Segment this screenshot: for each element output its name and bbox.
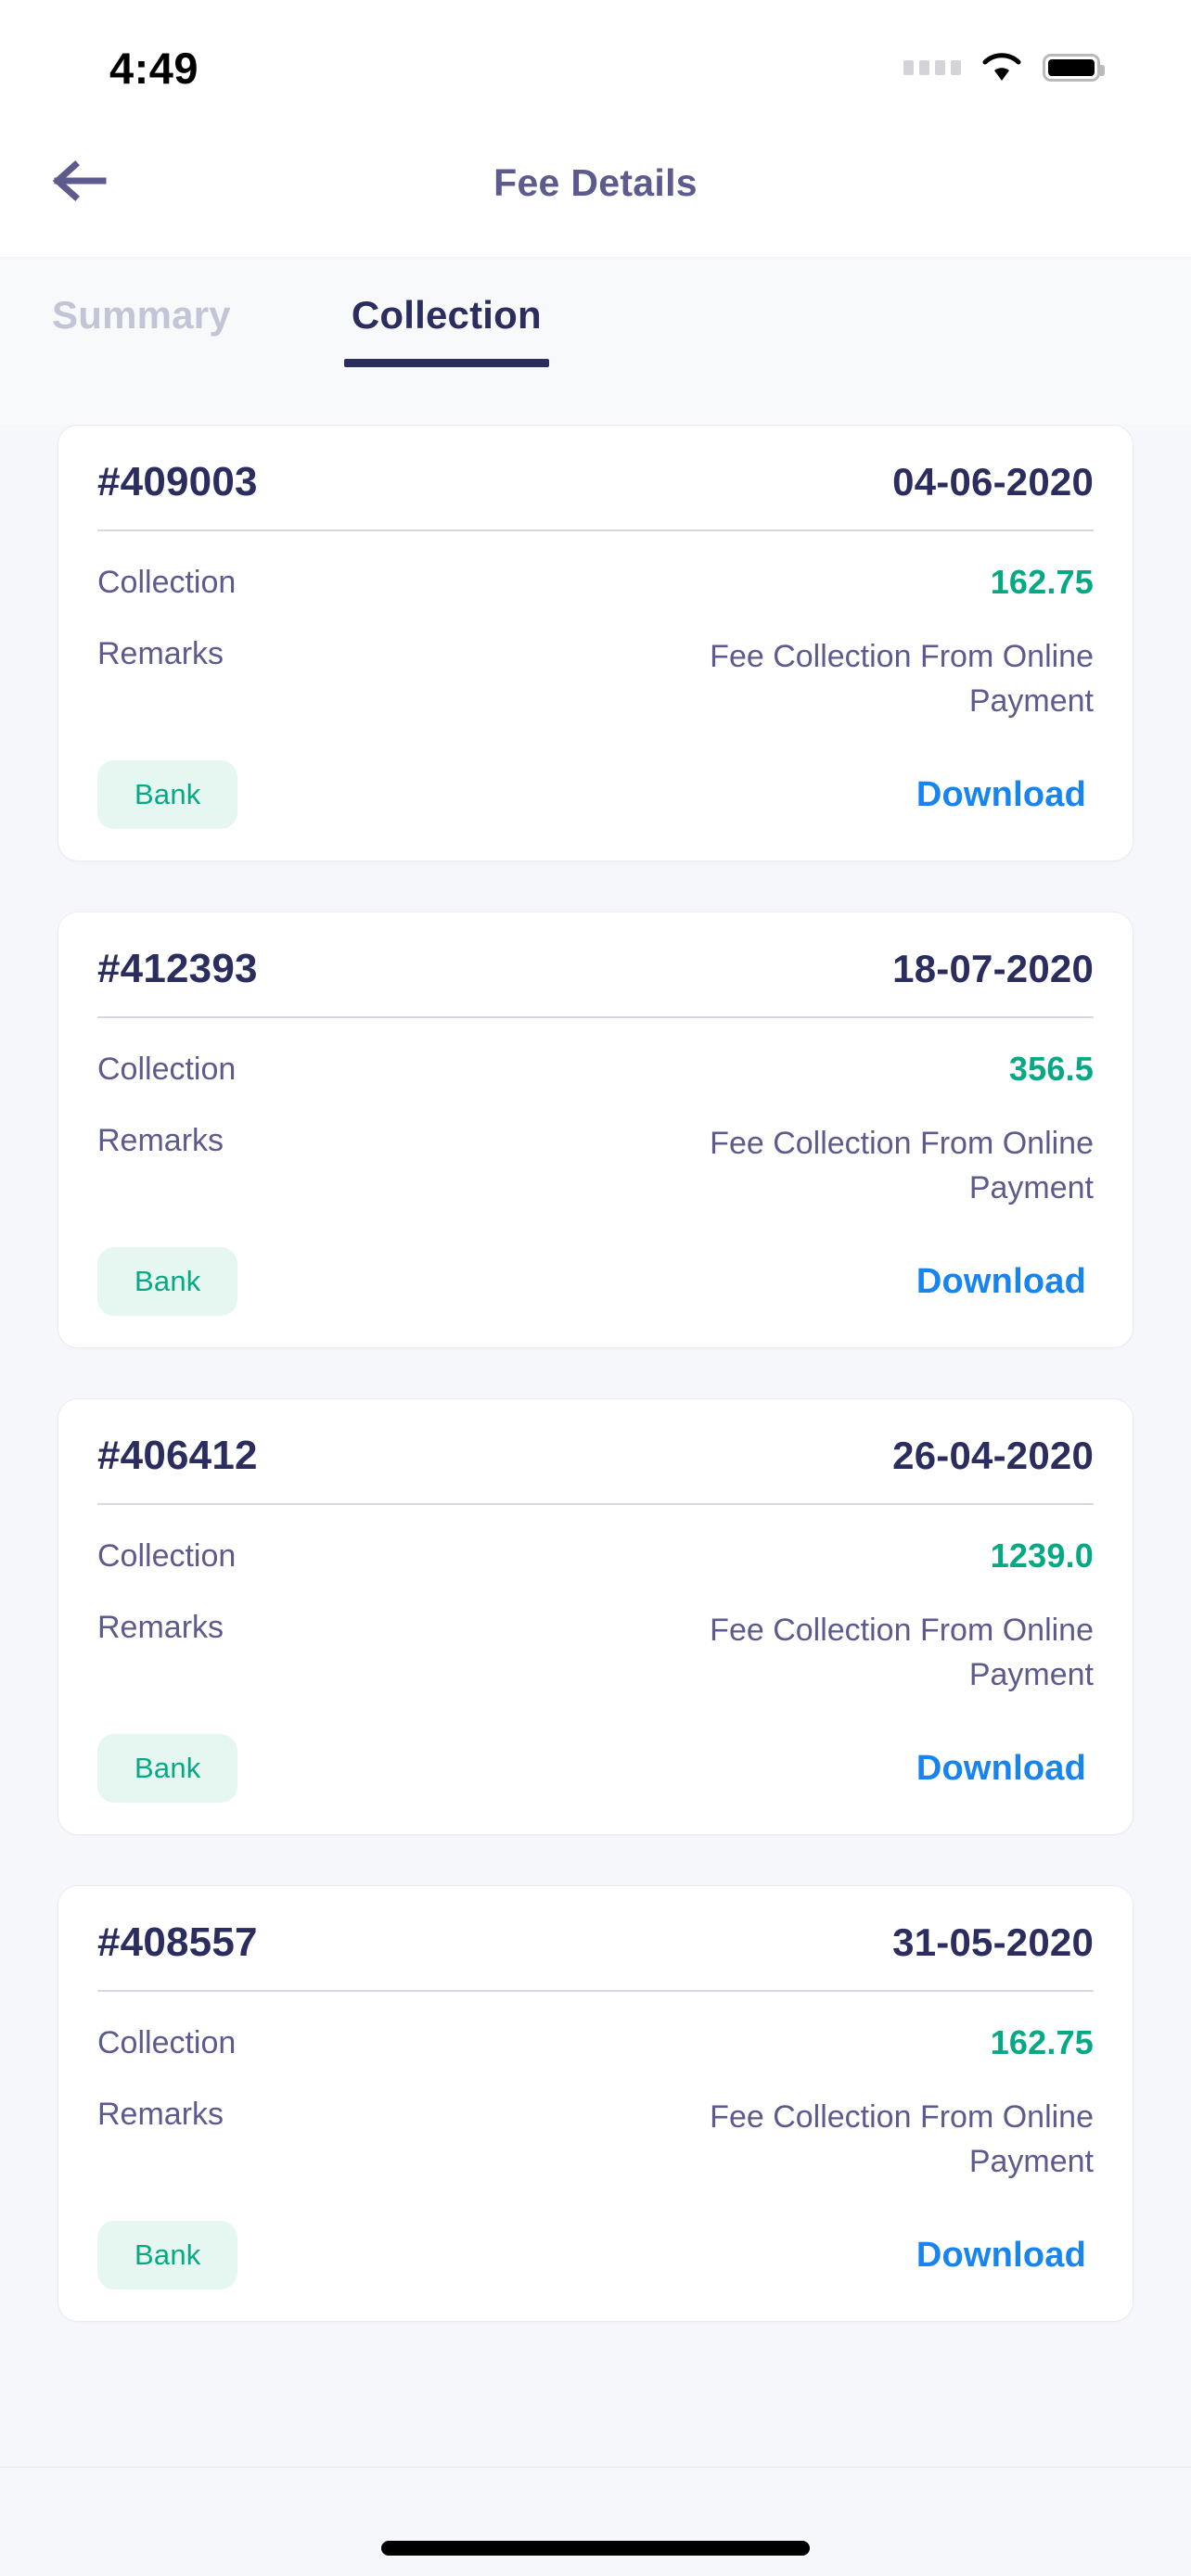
remarks-row: Remarks Fee Collection From Online Payme… [97,1576,1094,1698]
collection-label: Collection [97,565,237,600]
card-footer: Bank Download [97,1697,1094,1804]
collection-row: Collection 162.75 [97,1992,1094,2063]
receipt-date: 31-05-2020 [892,1920,1094,1965]
collection-card[interactable]: #408557 31-05-2020 Collection 162.75 Rem… [58,1885,1133,2323]
payment-mode-badge: Bank [97,760,238,830]
home-indicator-area [0,2467,1191,2576]
nav-bar: Fee Details [0,109,1191,258]
receipt-date: 18-07-2020 [892,947,1094,991]
download-button[interactable]: Download [916,775,1094,815]
collection-list[interactable]: #409003 04-06-2020 Collection 162.75 Rem… [0,425,1191,2467]
tab-collection-label: Collection [351,293,542,337]
collection-row: Collection 162.75 [97,531,1094,603]
payment-mode-badge: Bank [97,2221,238,2290]
card-footer: Bank Download [97,723,1094,830]
battery-icon [1043,54,1105,82]
receipt-date: 26-04-2020 [892,1434,1094,1478]
receipt-id: #409003 [97,459,258,504]
arrow-left-icon [51,159,109,207]
receipt-id: #406412 [97,1433,258,1479]
receipt-date: 04-06-2020 [892,460,1094,504]
remarks-label: Remarks [97,635,224,671]
app-screen: 4:49 Fee Details Summary Collection #409… [0,0,1191,2576]
collection-row: Collection 1239.0 [97,1505,1094,1576]
remarks-label: Remarks [97,1609,224,1645]
collection-row: Collection 356.5 [97,1018,1094,1090]
collection-amount: 162.75 [990,2023,1094,2062]
collection-card[interactable]: #409003 04-06-2020 Collection 162.75 Rem… [58,425,1133,862]
card-footer: Bank Download [97,1210,1094,1317]
remarks-label: Remarks [97,2096,224,2132]
remarks-row: Remarks Fee Collection From Online Payme… [97,603,1094,724]
download-button[interactable]: Download [916,1262,1094,1302]
collection-label: Collection [97,2025,237,2061]
payment-mode-badge: Bank [97,1734,238,1804]
card-footer: Bank Download [97,2184,1094,2290]
tab-active-indicator [343,359,549,367]
page-title: Fee Details [493,161,698,204]
tab-summary-label: Summary [52,293,231,337]
signal-dots-icon [903,60,961,75]
status-bar-time: 4:49 [109,43,199,93]
tab-bar: Summary Collection [0,258,1191,425]
card-header: #406412 26-04-2020 [97,1433,1094,1503]
card-header: #409003 04-06-2020 [97,459,1094,529]
receipt-id: #408557 [97,1919,258,1966]
remarks-value: Fee Collection From Online Payment [710,1125,1094,1205]
card-header: #412393 18-07-2020 [97,946,1094,1016]
home-indicator[interactable] [381,2541,810,2556]
remarks-row: Remarks Fee Collection From Online Payme… [97,2063,1094,2185]
collection-card[interactable]: #406412 26-04-2020 Collection 1239.0 Rem… [58,1398,1133,1836]
status-bar: 4:49 [0,0,1191,109]
status-bar-indicators [903,53,1105,83]
remarks-value: Fee Collection From Online Payment [710,638,1094,719]
collection-amount: 356.5 [1008,1050,1094,1089]
collection-label: Collection [97,1052,237,1088]
remarks-label: Remarks [97,1122,224,1158]
card-header: #408557 31-05-2020 [97,1919,1094,1990]
collection-card[interactable]: #412393 18-07-2020 Collection 356.5 Rema… [58,912,1133,1349]
tab-summary[interactable]: Summary [45,293,238,338]
collection-amount: 162.75 [990,563,1094,601]
back-button[interactable] [45,148,115,219]
tab-collection[interactable]: Collection [343,293,549,367]
download-button[interactable]: Download [916,1749,1094,1789]
collection-amount: 1239.0 [990,1537,1094,1575]
remarks-value: Fee Collection From Online Payment [710,2098,1094,2179]
remarks-row: Remarks Fee Collection From Online Payme… [97,1090,1094,1211]
download-button[interactable]: Download [916,2236,1094,2276]
collection-label: Collection [97,1538,237,1575]
wifi-icon [981,53,1022,83]
receipt-id: #412393 [97,946,258,992]
payment-mode-badge: Bank [97,1247,238,1317]
remarks-value: Fee Collection From Online Payment [710,1612,1094,1692]
